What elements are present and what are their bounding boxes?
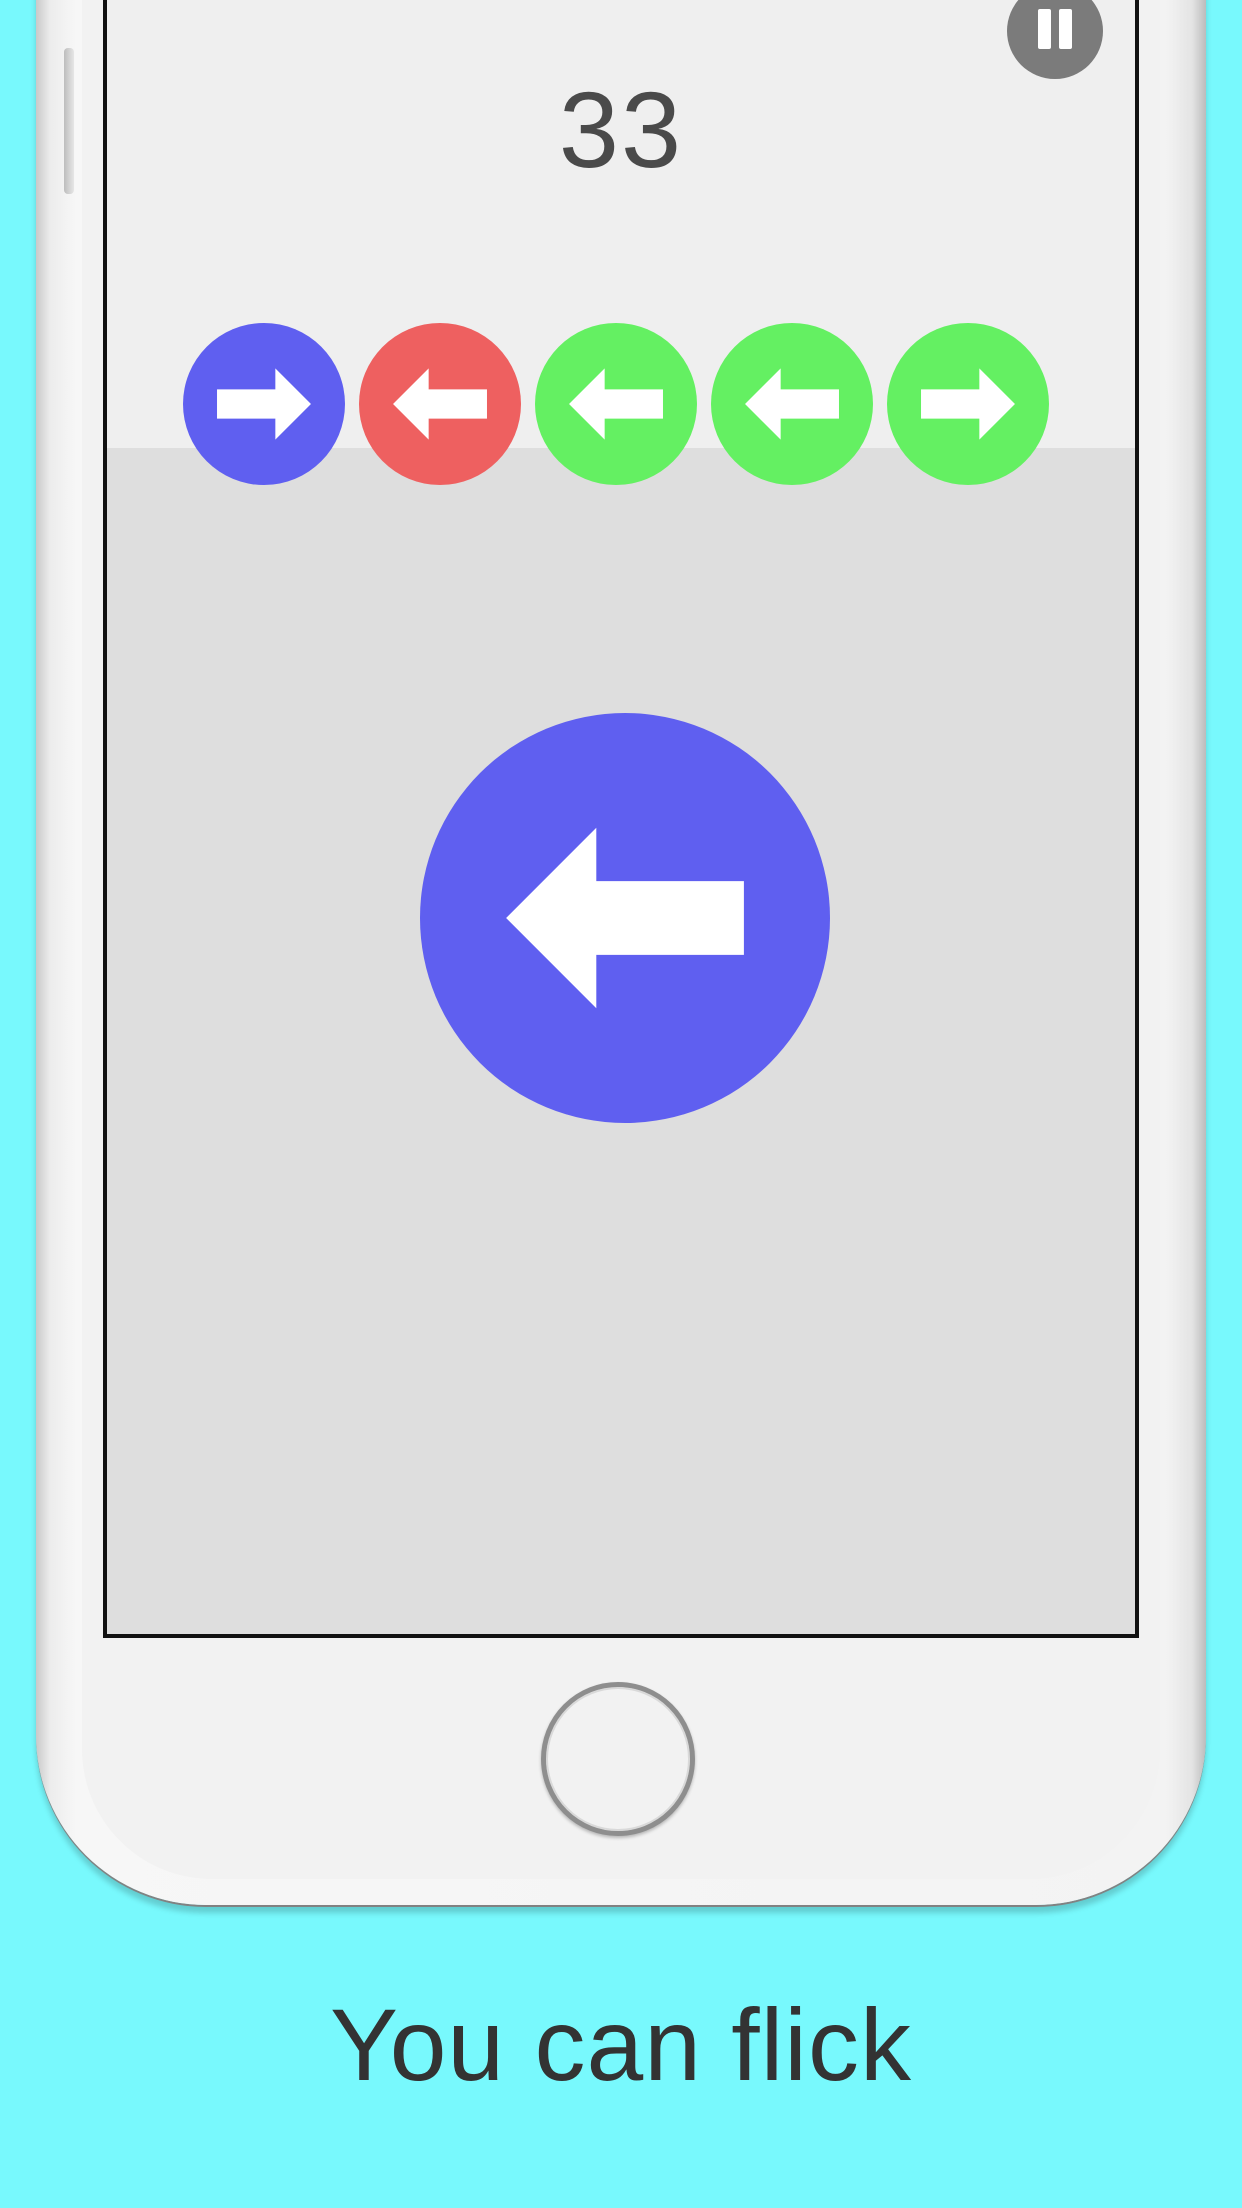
arrow-circle-left: [535, 323, 697, 485]
arrow-left-icon: [393, 368, 487, 440]
arrow-right-icon: [217, 368, 311, 440]
score-display: 33: [558, 69, 684, 190]
phone-side-button: [64, 48, 74, 194]
arrow-left-icon: [569, 368, 663, 440]
home-button[interactable]: [541, 1682, 695, 1836]
arrow-right-icon: [921, 368, 1015, 440]
caption-text: You can flick: [330, 1988, 912, 2102]
arrow-left-icon: [506, 827, 744, 1009]
arrow-circle-left: [359, 323, 521, 485]
current-arrow-target[interactable]: [420, 713, 830, 1123]
arrow-circle-right: [183, 323, 345, 485]
arrow-circle-right: [887, 323, 1049, 485]
game-screen[interactable]: 33: [103, 0, 1139, 1638]
arrow-circle-left: [711, 323, 873, 485]
arrow-left-icon: [745, 368, 839, 440]
